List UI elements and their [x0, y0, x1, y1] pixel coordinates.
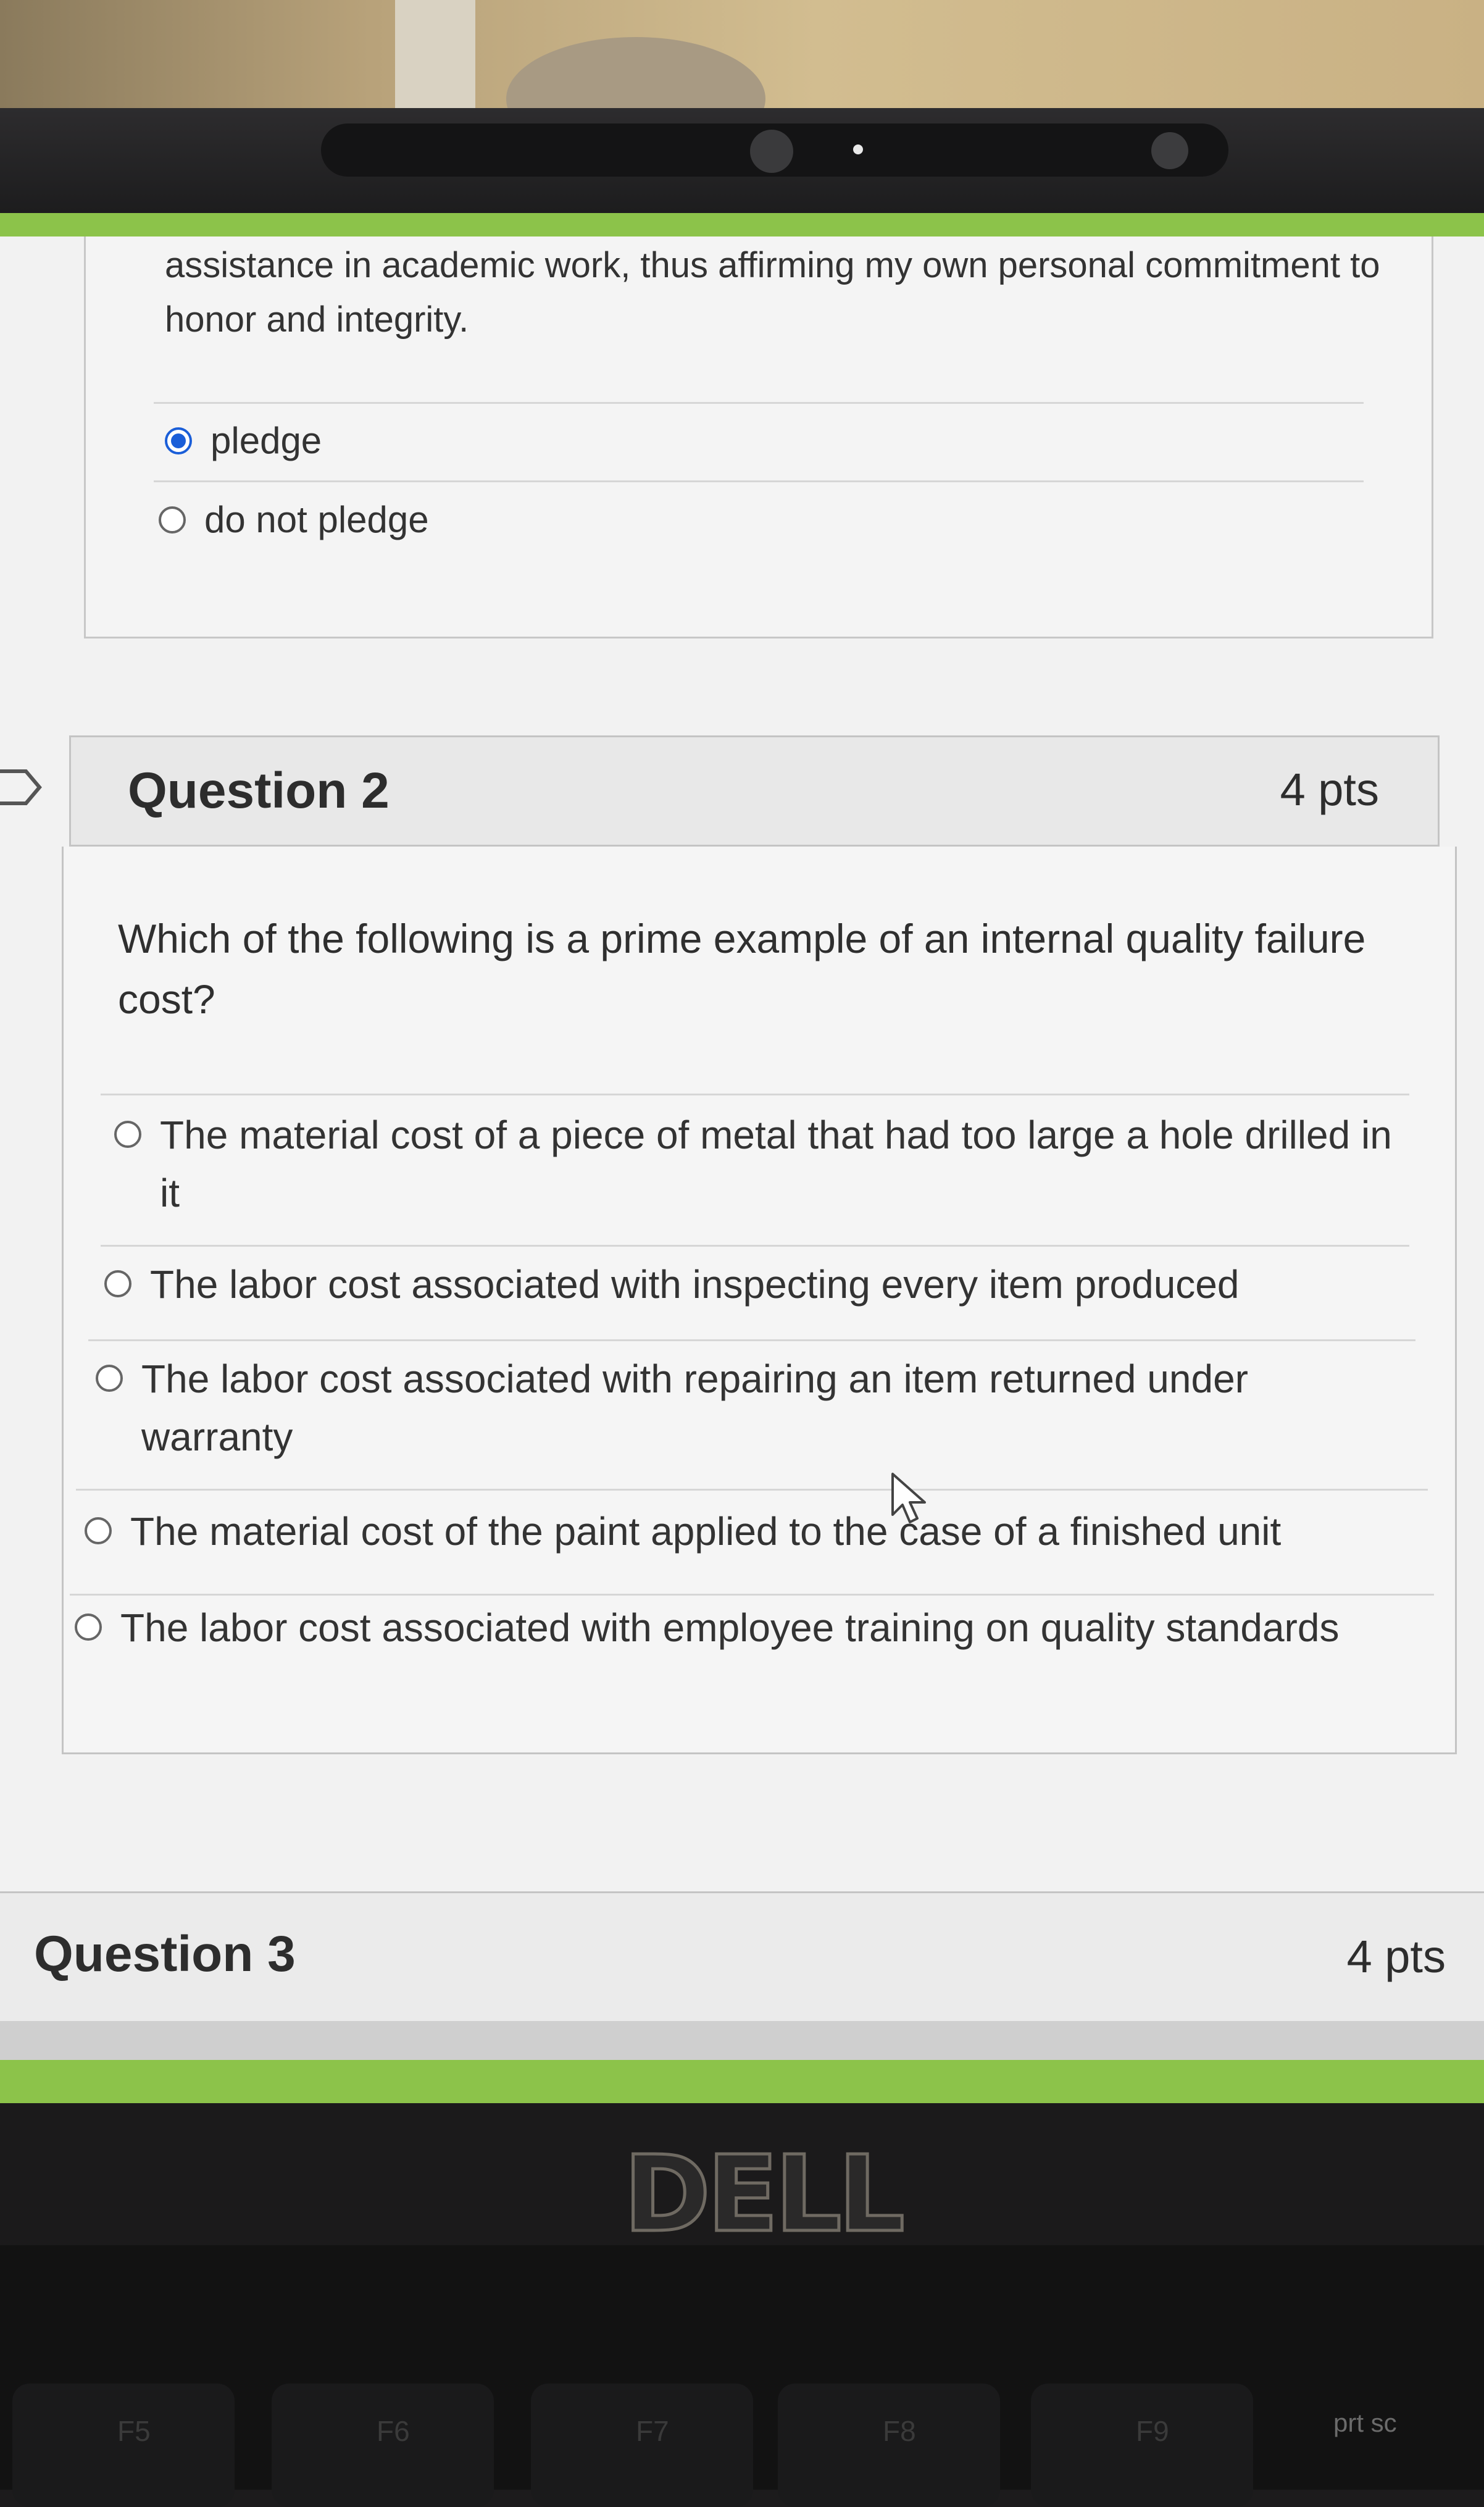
flag-icon[interactable] [0, 768, 43, 807]
key-f6[interactable]: F6 [272, 2384, 494, 2507]
radio-button-icon[interactable] [104, 1270, 131, 1297]
webcam-lens [750, 130, 793, 173]
key-f8[interactable]: F8 [778, 2384, 1000, 2507]
radio-button-icon[interactable] [96, 1365, 123, 1392]
question-title: Question 3 [34, 1926, 296, 1982]
answer-option-label: The material cost of the paint applied t… [130, 1509, 1282, 1554]
webcam-sensor [1151, 132, 1188, 169]
divider [154, 402, 1364, 404]
answer-option[interactable]: The labor cost associated with employee … [75, 1599, 1433, 1657]
divider [88, 1339, 1415, 1341]
answer-option[interactable]: The labor cost associated with inspectin… [104, 1255, 1388, 1313]
question-1-statement: assistance in academic work, thus affirm… [165, 245, 1380, 340]
answer-option-label: The labor cost associated with inspectin… [150, 1262, 1240, 1307]
question-1-card: assistance in academic work, thus affirm… [84, 236, 1433, 638]
radio-button-icon[interactable] [159, 506, 186, 534]
divider [154, 480, 1364, 482]
answer-option-label: pledge [211, 420, 322, 461]
question-2-body: Which of the following is a prime exampl… [62, 847, 1457, 1754]
question-2-header: Question 2 4 pts [69, 735, 1440, 847]
question-points: 4 pts [1346, 1931, 1446, 1982]
answer-option-label: The labor cost associated with employee … [120, 1605, 1340, 1650]
key-prtsc-label: prt sc [1333, 2408, 1397, 2437]
screen-bottom-band [0, 2021, 1484, 2060]
answer-option-label: do not pledge [204, 499, 429, 540]
key-label: F6 [377, 2415, 410, 2447]
answer-option-pledge[interactable]: pledge [165, 412, 322, 469]
divider [76, 1489, 1428, 1491]
answer-option-label: The labor cost associated with repairing… [141, 1357, 1248, 1459]
question-2-text: Which of the following is a prime exampl… [118, 916, 1366, 1022]
key-label: F5 [117, 2415, 151, 2447]
screen-bottom-accent-bar [0, 2060, 1484, 2103]
radio-button-icon[interactable] [114, 1121, 141, 1148]
divider [101, 1245, 1409, 1247]
question-3-header: Question 3 4 pts [0, 1891, 1484, 2023]
question-title: Question 2 [128, 763, 390, 819]
radio-button-icon[interactable] [85, 1517, 112, 1544]
answer-option-label: The material cost of a piece of metal th… [160, 1113, 1392, 1215]
answer-option-do-not-pledge[interactable]: do not pledge [159, 492, 429, 548]
mouse-cursor-icon [891, 1473, 926, 1523]
webcam-indicator [853, 144, 863, 154]
divider [70, 1594, 1434, 1596]
key-f5[interactable]: F5 [12, 2384, 235, 2507]
radio-button-icon[interactable] [165, 427, 192, 454]
key-label: F8 [883, 2415, 916, 2447]
key-f7[interactable]: F7 [531, 2384, 753, 2507]
quiz-screen: assistance in academic work, thus affirm… [0, 236, 1484, 2060]
divider [101, 1094, 1409, 1095]
key-f9[interactable]: F9 [1031, 2384, 1253, 2507]
screen-top-accent-bar [0, 213, 1484, 236]
key-label: F9 [1136, 2415, 1169, 2447]
key-label: F7 [636, 2415, 669, 2447]
brand-logo: DELL [622, 2132, 907, 2258]
answer-option[interactable]: The material cost of the paint applied t… [85, 1502, 1418, 1560]
answer-option[interactable]: The labor cost associated with repairing… [96, 1350, 1318, 1466]
question-points: 4 pts [1280, 764, 1379, 815]
radio-button-icon[interactable] [75, 1613, 102, 1641]
answer-option[interactable]: The material cost of a piece of metal th… [114, 1106, 1398, 1222]
